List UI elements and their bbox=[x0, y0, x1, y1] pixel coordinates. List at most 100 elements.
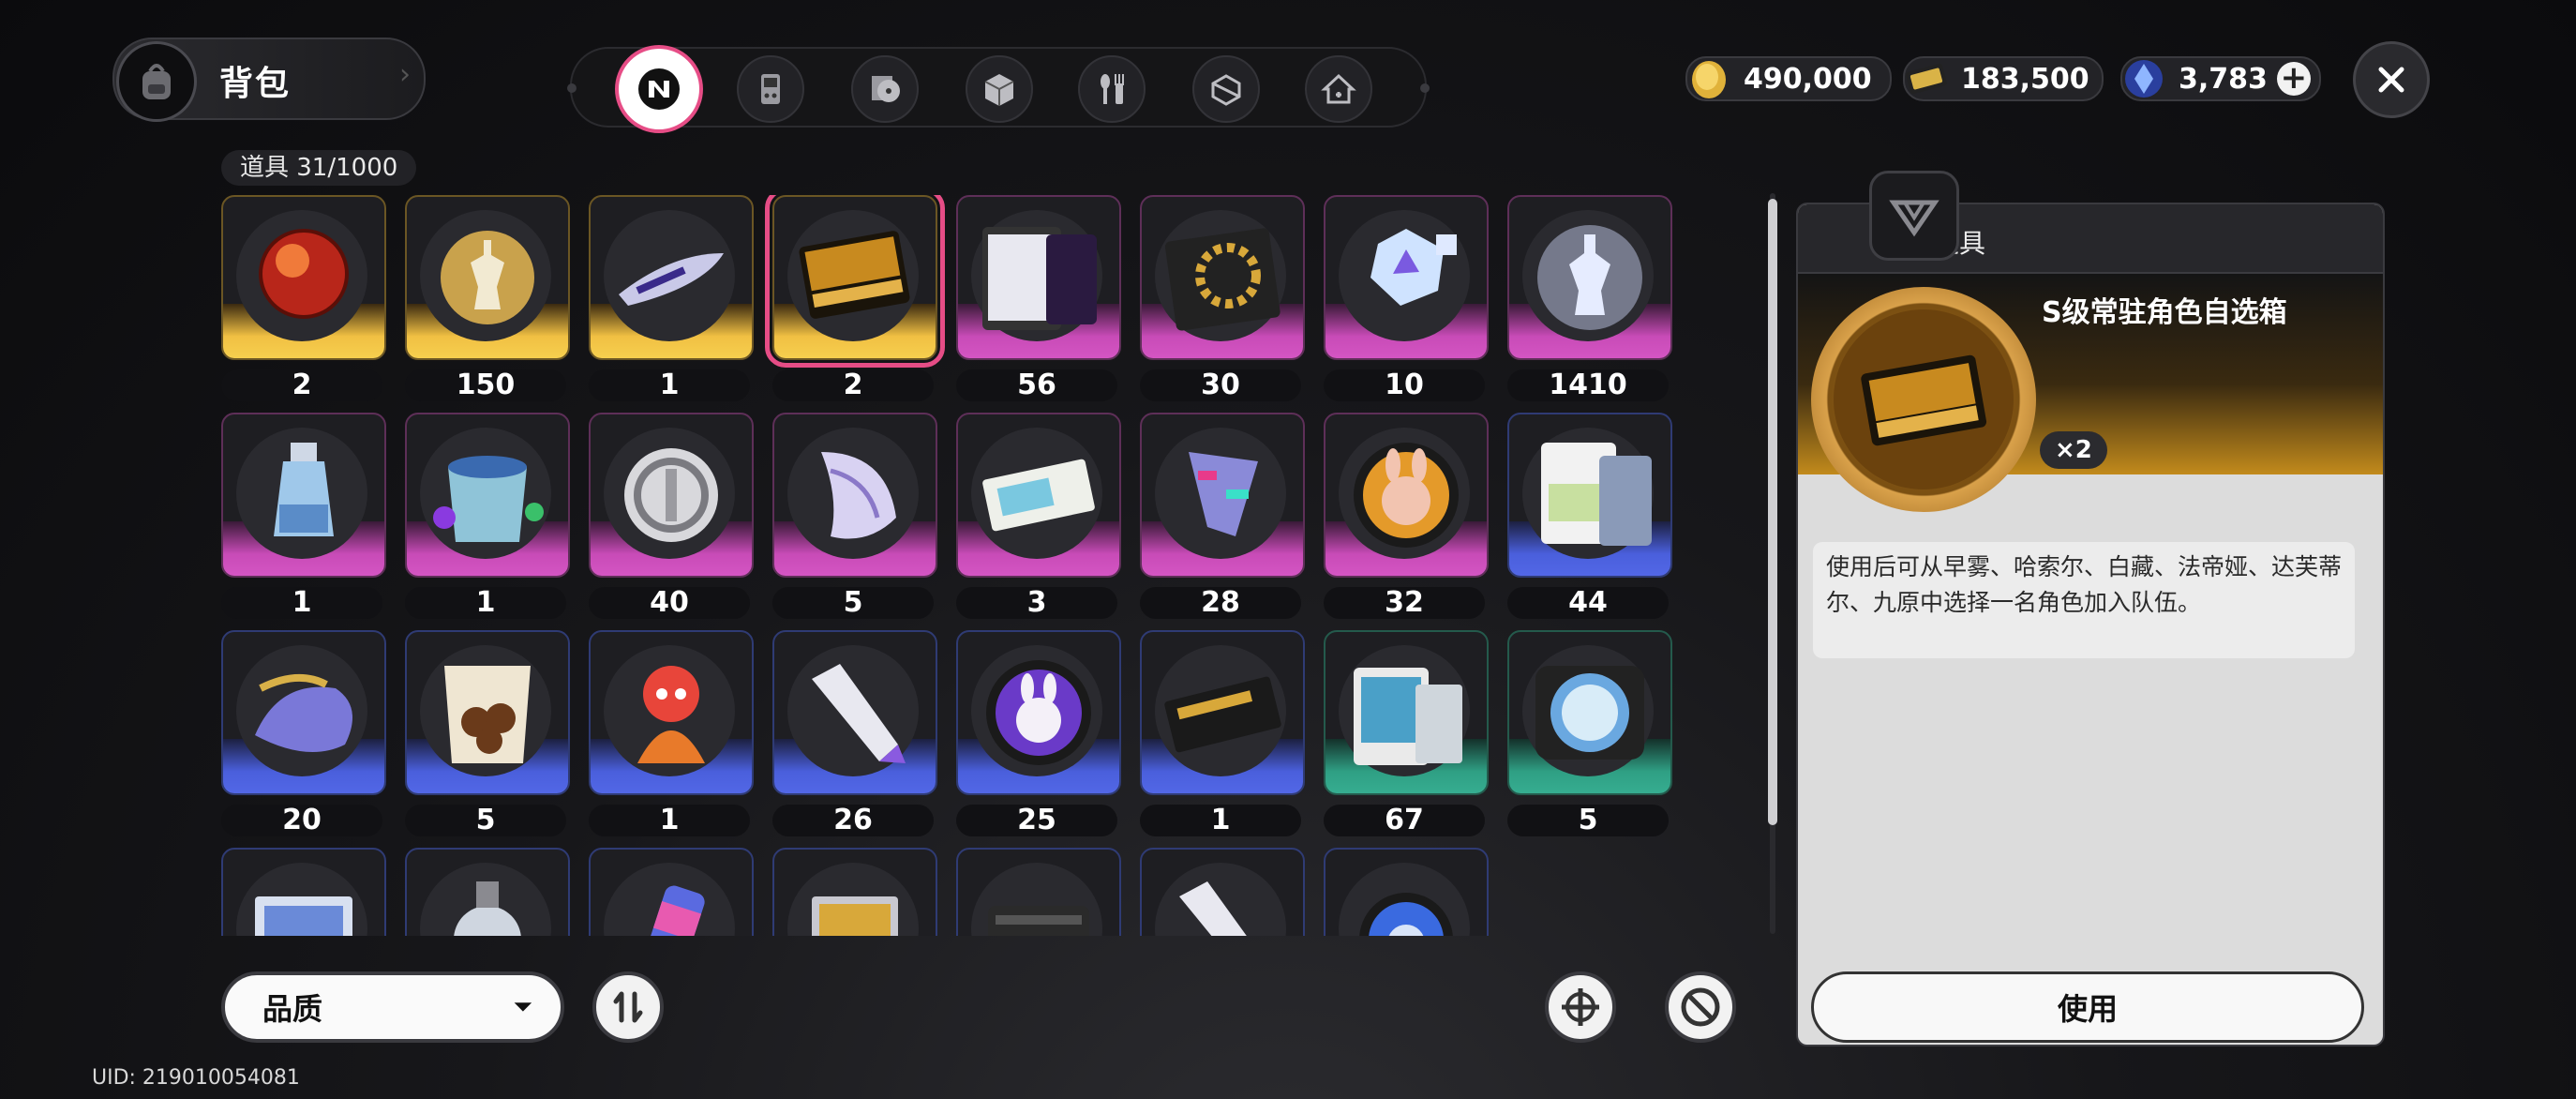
item-card[interactable] bbox=[1324, 630, 1489, 795]
item-card[interactable] bbox=[772, 413, 937, 578]
item-card[interactable] bbox=[221, 630, 386, 795]
item-card[interactable] bbox=[589, 630, 754, 795]
sort-order-button[interactable] bbox=[592, 971, 664, 1043]
item-card[interactable] bbox=[956, 195, 1121, 360]
use-button[interactable]: 使用 bbox=[1811, 971, 2364, 1043]
gameboy-icon bbox=[761, 74, 780, 104]
tab-disc[interactable] bbox=[851, 55, 919, 123]
item-card[interactable] bbox=[1324, 848, 1489, 936]
tab-box[interactable] bbox=[966, 55, 1033, 123]
inventory-item[interactable] bbox=[589, 848, 754, 936]
tab-home[interactable] bbox=[1305, 55, 1372, 123]
item-card[interactable] bbox=[1140, 630, 1305, 795]
inventory-item[interactable]: 1 bbox=[221, 413, 386, 619]
photo-frame-icon bbox=[255, 896, 352, 936]
item-quantity: 1 bbox=[221, 587, 382, 619]
item-quantity: 1 bbox=[589, 369, 750, 401]
inventory-item[interactable]: 40 bbox=[589, 413, 754, 619]
select-button[interactable] bbox=[1545, 971, 1616, 1043]
item-quantity: 150 bbox=[405, 369, 566, 401]
item-card[interactable] bbox=[405, 630, 570, 795]
inventory-item[interactable]: 1410 bbox=[1507, 195, 1672, 401]
inventory-item[interactable] bbox=[405, 848, 570, 936]
tab-device[interactable] bbox=[737, 55, 804, 123]
tab-material[interactable] bbox=[1192, 55, 1260, 123]
tablet-icon bbox=[982, 227, 1097, 330]
item-card[interactable] bbox=[1507, 413, 1672, 578]
title-bar[interactable]: 背包 › bbox=[112, 38, 426, 122]
item-card[interactable] bbox=[589, 413, 754, 578]
quality-sort-dropdown[interactable]: 品质 ⏷ bbox=[221, 971, 564, 1043]
inventory-item[interactable]: 28 bbox=[1140, 413, 1305, 619]
inventory-item[interactable]: 5 bbox=[772, 413, 937, 619]
item-card[interactable] bbox=[1324, 195, 1489, 360]
item-card[interactable] bbox=[1140, 848, 1305, 936]
fish-icon bbox=[255, 673, 352, 752]
inventory-item[interactable]: 2 bbox=[765, 195, 945, 401]
discard-button[interactable] bbox=[1665, 971, 1736, 1043]
inventory-item[interactable] bbox=[1324, 848, 1489, 936]
inventory-item[interactable]: 1 bbox=[1140, 630, 1305, 836]
inventory-item[interactable]: 5 bbox=[1507, 630, 1672, 836]
tab-featured[interactable] bbox=[615, 45, 703, 133]
cards-icon bbox=[1541, 443, 1652, 546]
item-quantity: 10 bbox=[1324, 369, 1485, 401]
item-card[interactable] bbox=[589, 195, 754, 360]
item-quantity: 32 bbox=[1324, 587, 1485, 619]
item-card[interactable] bbox=[1507, 630, 1672, 795]
item-card[interactable] bbox=[956, 848, 1121, 936]
inventory-item[interactable] bbox=[956, 848, 1121, 936]
inventory-item[interactable]: 2 bbox=[221, 195, 386, 401]
category-badge-icon bbox=[1869, 171, 1959, 261]
inventory-item[interactable]: 30 bbox=[1140, 195, 1305, 401]
item-card[interactable] bbox=[405, 848, 570, 936]
item-card[interactable] bbox=[589, 848, 754, 936]
item-quantity: 3 bbox=[956, 587, 1117, 619]
inventory-item[interactable]: 56 bbox=[956, 195, 1121, 401]
inventory-item[interactable]: 32 bbox=[1324, 413, 1489, 619]
item-card[interactable] bbox=[1324, 413, 1489, 578]
inventory-item[interactable]: 44 bbox=[1507, 413, 1672, 619]
fork-spoon-icon bbox=[1101, 74, 1124, 104]
item-card[interactable] bbox=[221, 848, 386, 936]
inventory-item[interactable]: 1 bbox=[405, 413, 570, 619]
item-card[interactable] bbox=[405, 195, 570, 360]
item-card[interactable] bbox=[1507, 195, 1672, 360]
tab-food[interactable] bbox=[1078, 55, 1146, 123]
snack-bag-icon bbox=[444, 666, 531, 763]
inventory-item[interactable]: 5 bbox=[405, 630, 570, 836]
inventory-item[interactable]: 3 bbox=[956, 413, 1121, 619]
item-card[interactable] bbox=[1140, 195, 1305, 360]
item-card[interactable] bbox=[221, 195, 386, 360]
item-card[interactable] bbox=[956, 413, 1121, 578]
item-card[interactable] bbox=[765, 195, 945, 368]
item-card[interactable] bbox=[956, 630, 1121, 795]
inventory-item[interactable]: 67 bbox=[1324, 630, 1489, 836]
inventory-item[interactable]: 1 bbox=[589, 195, 754, 401]
item-card[interactable] bbox=[221, 413, 386, 578]
item-quantity: 25 bbox=[956, 805, 1117, 836]
add-crystal-button[interactable]: + bbox=[2276, 62, 2311, 96]
item-card[interactable] bbox=[405, 413, 570, 578]
house-icon bbox=[1321, 73, 1356, 104]
inventory-item[interactable]: 1 bbox=[589, 630, 754, 836]
item-description: 使用后可从早雾、哈索尔、白藏、法帝娅、达芙蒂尔、九原中选择一名角色加入队伍。 bbox=[1813, 542, 2355, 658]
close-button[interactable] bbox=[2353, 41, 2430, 118]
item-quantity: 28 bbox=[1140, 587, 1301, 619]
inventory-item[interactable]: 25 bbox=[956, 630, 1121, 836]
cube-icon bbox=[984, 74, 1014, 106]
watch-icon bbox=[454, 881, 521, 936]
inventory-item[interactable]: 150 bbox=[405, 195, 570, 401]
box-open-icon bbox=[1211, 74, 1241, 106]
inventory-item[interactable] bbox=[772, 848, 937, 936]
inventory-item[interactable]: 20 bbox=[221, 630, 386, 836]
black-ticket-icon bbox=[1164, 676, 1281, 753]
item-card[interactable] bbox=[772, 848, 937, 936]
item-card[interactable] bbox=[1140, 413, 1305, 578]
inventory-item[interactable] bbox=[1140, 848, 1305, 936]
scrollbar-thumb[interactable] bbox=[1768, 199, 1777, 825]
inventory-item[interactable]: 26 bbox=[772, 630, 937, 836]
inventory-item[interactable]: 10 bbox=[1324, 195, 1489, 401]
inventory-item[interactable] bbox=[221, 848, 386, 936]
item-card[interactable] bbox=[772, 630, 937, 795]
